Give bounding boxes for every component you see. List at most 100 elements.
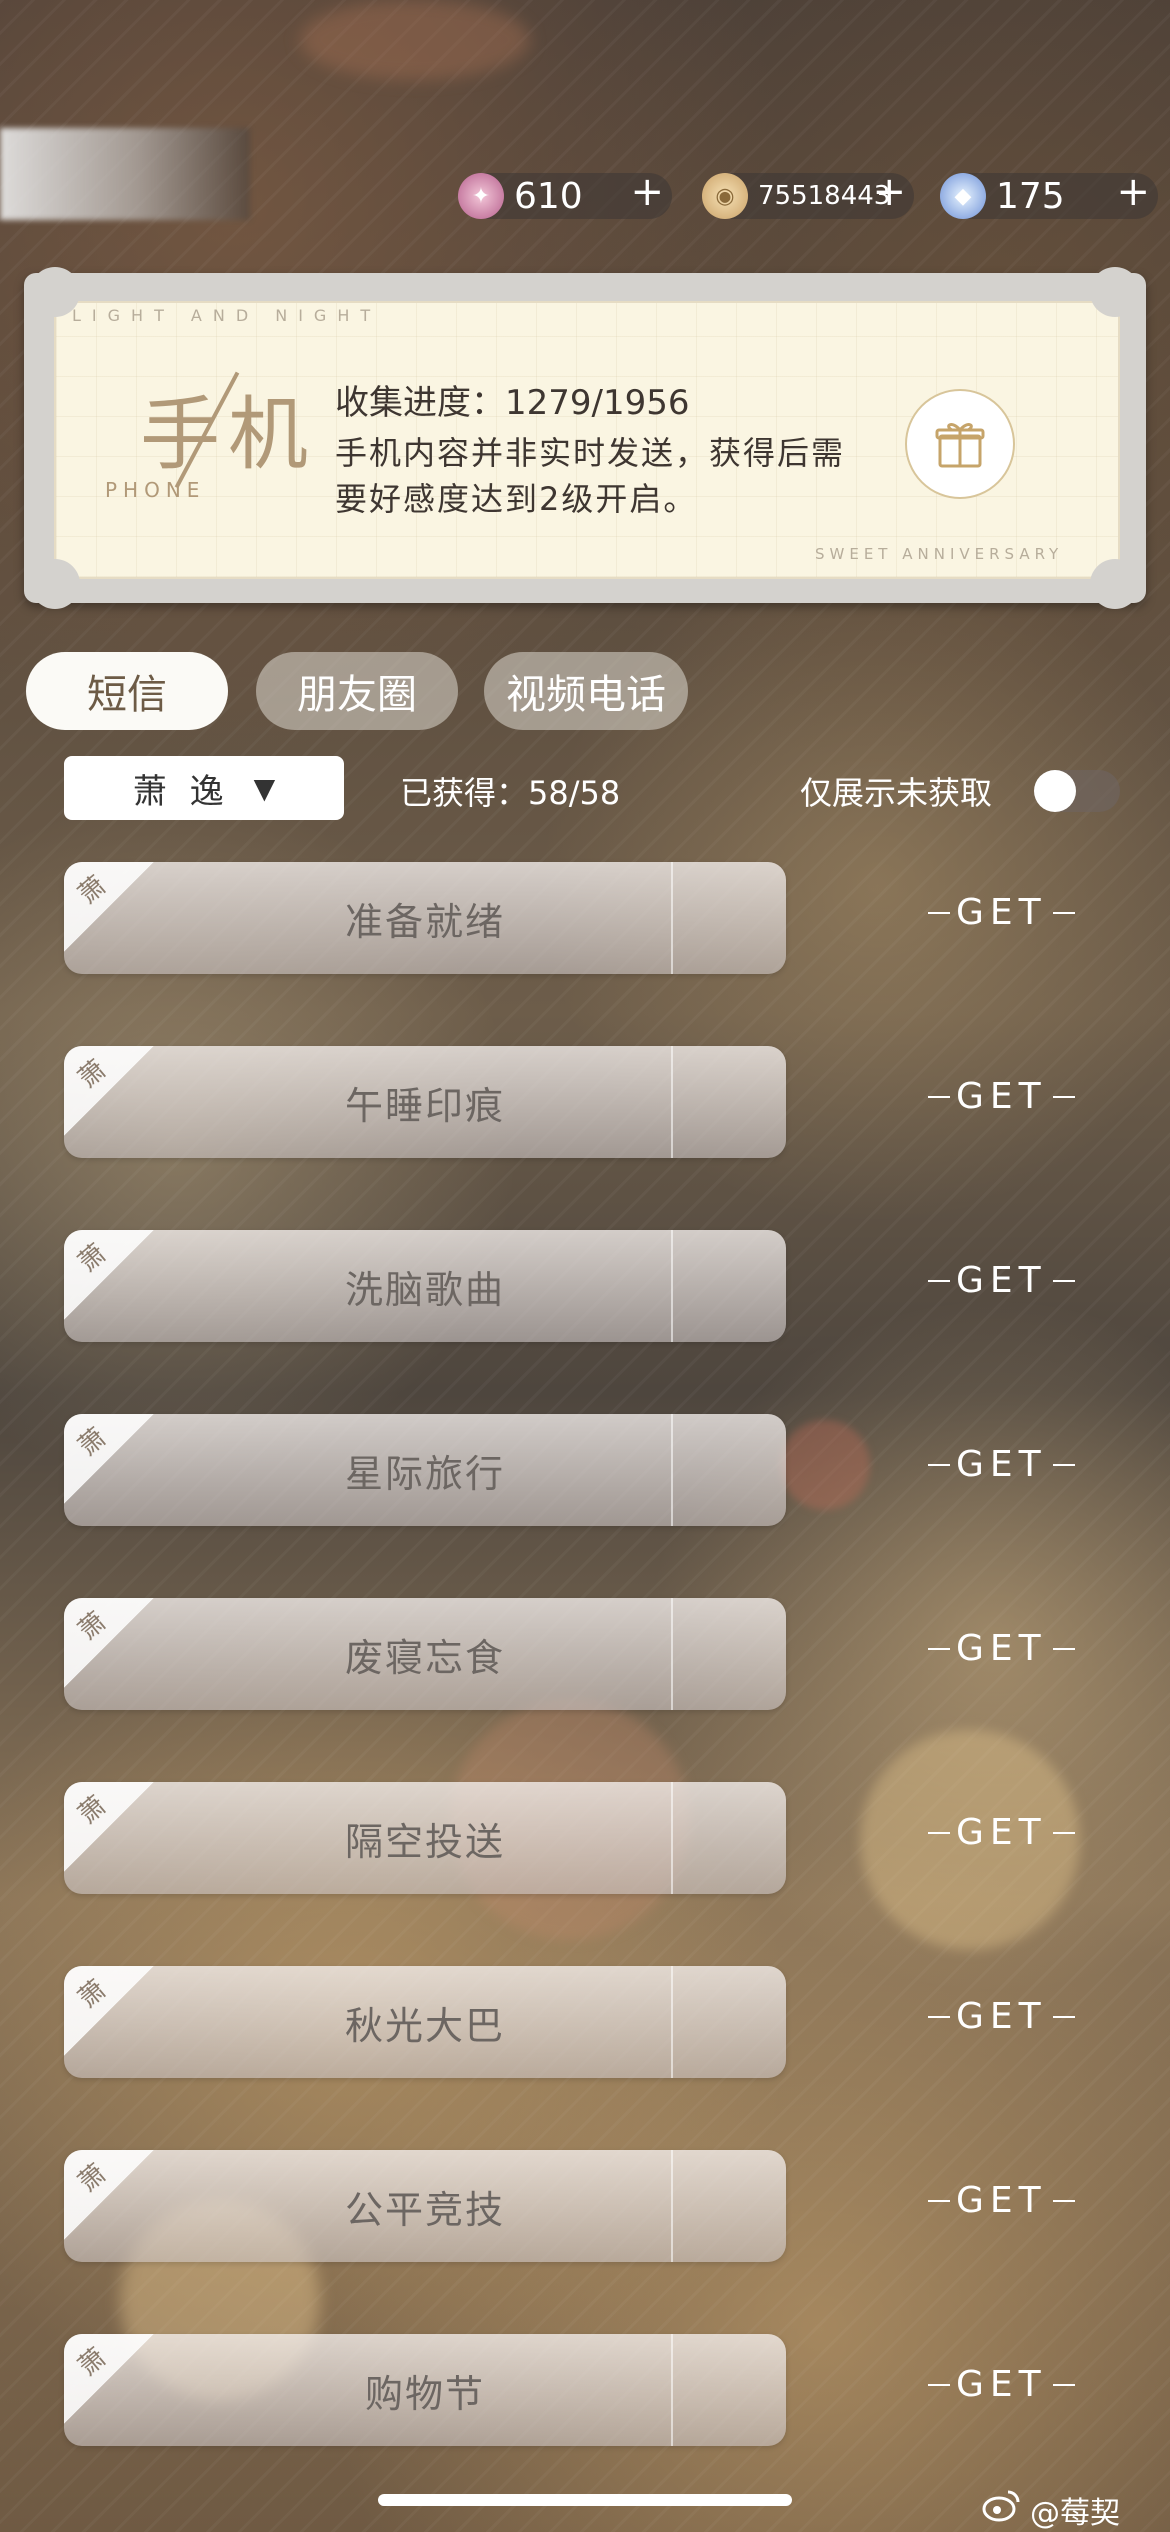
- card-divider: [671, 1598, 673, 1710]
- currency-coins: ◉ 75518443 +: [702, 169, 914, 219]
- add-diamonds-button[interactable]: +: [1116, 169, 1150, 215]
- banner-brand-top: LIGHT AND NIGHT: [72, 306, 382, 325]
- list-item[interactable]: 萧秋光大巴 GET: [64, 1966, 1134, 2078]
- dash: [928, 2383, 950, 2386]
- unobtained-filter-toggle[interactable]: [1034, 770, 1120, 812]
- message-title: 洗脑歌曲: [344, 1267, 505, 1312]
- tab-video-call-label: 视频电话: [506, 672, 666, 718]
- message-title: 隔空投送: [344, 1819, 505, 1864]
- card-divider: [671, 2334, 673, 2446]
- status-label: GET: [956, 1628, 1047, 1669]
- list-item[interactable]: 萧购物节 GET: [64, 2334, 1134, 2446]
- obtained-status: GET: [928, 892, 1075, 933]
- status-label: GET: [956, 1444, 1047, 1485]
- banner-corner: [1090, 559, 1140, 609]
- status-label: GET: [956, 892, 1047, 933]
- message-card[interactable]: 萧废寝忘食: [64, 1598, 786, 1710]
- tab-moments-label: 朋友圈: [297, 672, 417, 718]
- message-card[interactable]: 萧午睡印痕: [64, 1046, 786, 1158]
- phone-logo-english: PHONE: [105, 478, 206, 502]
- message-title: 购物节: [364, 2371, 485, 2416]
- dash: [928, 1463, 950, 1466]
- dash: [928, 2015, 950, 2018]
- status-label: GET: [956, 1260, 1047, 1301]
- dash: [1052, 1831, 1075, 1834]
- blurred-status-area: [0, 128, 250, 220]
- currency-gems-value: 610: [514, 175, 583, 217]
- dash: [928, 1831, 950, 1834]
- status-label: GET: [956, 1996, 1047, 2037]
- currency-gems: ✦ 610 +: [458, 169, 672, 219]
- message-card[interactable]: 萧隔空投送: [64, 1782, 786, 1894]
- dash: [1052, 2383, 1075, 2386]
- message-title: 废寝忘食: [344, 1635, 505, 1680]
- obtained-status: GET: [928, 1260, 1075, 1301]
- currency-diamonds-value: 175: [996, 175, 1065, 217]
- message-card[interactable]: 萧购物节: [64, 2334, 786, 2446]
- card-divider: [671, 862, 673, 974]
- banner-corner: [30, 559, 80, 609]
- tab-sms[interactable]: 短信: [26, 652, 228, 730]
- message-title: 秋光大巴: [344, 2003, 505, 2048]
- list-item[interactable]: 萧午睡印痕 GET: [64, 1046, 1134, 1158]
- gift-icon: [935, 423, 985, 468]
- obtained-count: 已获得：58/58: [400, 774, 621, 812]
- tab-moments[interactable]: 朋友圈: [256, 652, 458, 730]
- home-indicator[interactable]: [378, 2494, 792, 2506]
- card-divider: [671, 1782, 673, 1894]
- dash: [928, 2199, 950, 2202]
- status-label: GET: [956, 2180, 1047, 2221]
- card-divider: [671, 2150, 673, 2262]
- obtained-status: GET: [928, 1444, 1075, 1485]
- obtained-status: GET: [928, 1076, 1075, 1117]
- list-item[interactable]: 萧洗脑歌曲 GET: [64, 1230, 1134, 1342]
- watermark: @莓契: [1030, 2496, 1120, 2531]
- character-dropdown[interactable]: 萧 逸 ▼: [64, 756, 344, 820]
- currency-coins-value: 75518443: [758, 181, 891, 211]
- message-title: 准备就绪: [344, 899, 505, 944]
- bokeh-light: [300, 0, 530, 80]
- message-card[interactable]: 萧准备就绪: [64, 862, 786, 974]
- add-coins-button[interactable]: +: [872, 169, 906, 215]
- dash: [928, 1279, 950, 1282]
- weibo-icon: [982, 2490, 1020, 2522]
- dash: [1052, 1279, 1075, 1282]
- dash: [1052, 1647, 1075, 1650]
- add-gems-button[interactable]: +: [630, 169, 664, 215]
- dash: [1052, 1463, 1075, 1466]
- gift-button[interactable]: [905, 389, 1015, 499]
- currency-diamonds: ◆ 175 +: [940, 169, 1158, 219]
- message-card[interactable]: 萧洗脑歌曲: [64, 1230, 786, 1342]
- list-item[interactable]: 萧隔空投送 GET: [64, 1782, 1134, 1894]
- list-item[interactable]: 萧星际旅行 GET: [64, 1414, 1134, 1526]
- list-item[interactable]: 萧公平竞技 GET: [64, 2150, 1134, 2262]
- message-title: 公平竞技: [344, 2187, 505, 2232]
- message-title: 星际旅行: [344, 1451, 505, 1496]
- dash: [928, 1095, 950, 1098]
- chevron-down-icon: ▼: [253, 771, 276, 805]
- collection-progress: 收集进度：1279/1956: [335, 383, 690, 423]
- character-dropdown-value: 萧 逸: [132, 771, 230, 812]
- banner-brand-bottom: SWEET ANNIVERSARY: [815, 545, 1064, 563]
- tab-video-call[interactable]: 视频电话: [484, 652, 688, 730]
- toggle-knob: [1034, 770, 1076, 812]
- card-divider: [671, 1046, 673, 1158]
- card-divider: [671, 1230, 673, 1342]
- blue-diamond-icon: ◆: [940, 173, 986, 219]
- message-card[interactable]: 萧星际旅行: [64, 1414, 786, 1526]
- dash: [1052, 2015, 1075, 2018]
- list-item[interactable]: 萧废寝忘食 GET: [64, 1598, 1134, 1710]
- card-divider: [671, 1966, 673, 2078]
- tab-sms-label: 短信: [87, 672, 167, 718]
- list-item[interactable]: 萧准备就绪 GET: [64, 862, 1134, 974]
- pink-gem-icon: ✦: [458, 173, 504, 219]
- unobtained-filter-label: 仅展示未获取: [800, 774, 993, 812]
- message-card[interactable]: 萧公平竞技: [64, 2150, 786, 2262]
- banner-corner: [1090, 267, 1140, 317]
- message-card[interactable]: 萧秋光大巴: [64, 1966, 786, 2078]
- dash: [1052, 911, 1075, 914]
- obtained-status: GET: [928, 1812, 1075, 1853]
- banner-description: 手机内容并非实时发送，获得后需要好感度达到2级开启。: [335, 434, 846, 518]
- gold-coin-icon: ◉: [702, 173, 748, 219]
- dash: [1052, 2199, 1075, 2202]
